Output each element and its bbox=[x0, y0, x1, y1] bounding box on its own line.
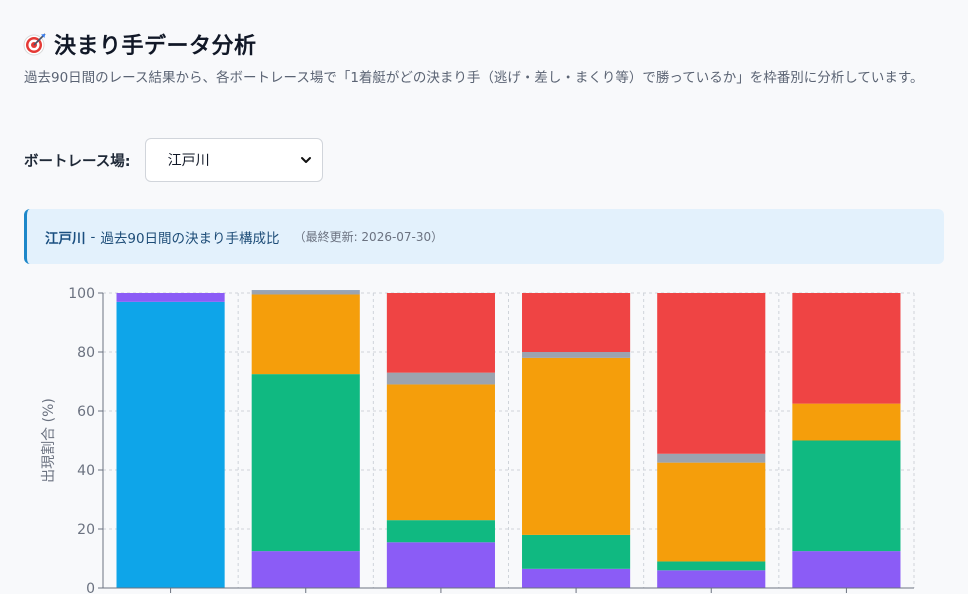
bar-segment-6-2 bbox=[792, 440, 901, 552]
venue-select-label: ボートレース場: bbox=[24, 153, 131, 170]
y-tick-label: 20 bbox=[77, 522, 95, 538]
y-axis-label: 出現割合 (%) bbox=[40, 398, 57, 483]
bar-segment-5-4 bbox=[657, 453, 766, 463]
y-tick-label: 100 bbox=[68, 286, 95, 302]
last-updated: （最終更新: 2026-07-30） bbox=[293, 230, 444, 244]
y-tick-label: 0 bbox=[86, 581, 95, 594]
page-title: 決まり手データ分析 bbox=[54, 34, 257, 59]
venue-select-value: 江戸川 bbox=[167, 153, 210, 169]
page-description: 過去90日間のレース結果から、各ボートレース場で「1着艇がどの決まり手（逃げ・差… bbox=[24, 70, 924, 86]
bar-segment-2-3 bbox=[251, 294, 360, 375]
bar-segment-2-8 bbox=[251, 290, 360, 292]
bar-segment-2-2 bbox=[251, 374, 360, 552]
info-separator: - bbox=[90, 228, 96, 245]
bar-segment-3-2 bbox=[386, 520, 495, 543]
bar-segment-5-3 bbox=[657, 462, 766, 562]
venue-select[interactable]: 江戸川 bbox=[144, 138, 323, 182]
y-tick-label: 40 bbox=[77, 463, 95, 479]
bar-segment-3-1 bbox=[386, 542, 495, 588]
info-venue: 江戸川 bbox=[45, 230, 86, 247]
bar-segment-4-3 bbox=[522, 357, 631, 535]
bar-segment-6-1 bbox=[792, 551, 901, 588]
chevron-down-icon bbox=[300, 157, 311, 163]
bar-segment-4-5 bbox=[522, 293, 631, 352]
bar-segment-5-1 bbox=[657, 570, 766, 588]
bar-segment-5-5 bbox=[657, 293, 766, 454]
bar-segment-1-7 bbox=[116, 293, 225, 302]
bar-segment-5-2 bbox=[657, 561, 766, 571]
bar-segment-2-4 bbox=[251, 291, 360, 295]
page-header: 決まり手データ分析 bbox=[22, 28, 257, 60]
kimarite-stacked-bar-chart: 0 20 40 60 80 100 出現割合 (%) bbox=[40, 286, 915, 594]
y-tick-label: 80 bbox=[77, 345, 95, 361]
bar-segment-4-2 bbox=[522, 534, 631, 569]
info-banner: 江戸川 - 過去90日間の決まり手構成比 （最終更新: 2026-07-30） bbox=[24, 209, 944, 264]
venue-filter: ボートレース場: 江戸川 bbox=[24, 138, 323, 182]
bar-segment-1-6 bbox=[116, 301, 225, 588]
info-text: 過去90日間の決まり手構成比 bbox=[100, 230, 280, 247]
bar-segment-3-4 bbox=[386, 372, 495, 385]
y-tick-label: 60 bbox=[77, 404, 95, 420]
bar-segment-3-5 bbox=[386, 293, 495, 373]
bar-segment-3-3 bbox=[386, 384, 495, 521]
bar-segment-2-1 bbox=[251, 551, 360, 588]
bar-segment-4-4 bbox=[522, 352, 631, 358]
target-icon bbox=[23, 33, 46, 56]
bar-segment-6-3 bbox=[792, 403, 901, 441]
bar-segment-4-1 bbox=[522, 568, 631, 588]
bar-segment-6-5 bbox=[792, 293, 901, 404]
